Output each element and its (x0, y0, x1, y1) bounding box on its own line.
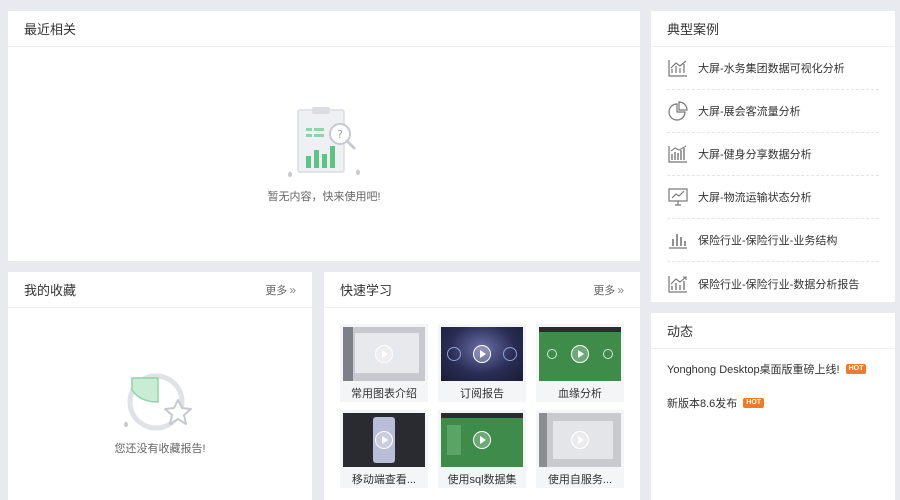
video-label: 移动端查看... (351, 474, 417, 486)
recent-empty-text: 暂无内容，快来使用吧! (267, 191, 381, 203)
cases-title: 典型案例 (667, 22, 720, 37)
recent-header: 最近相关 (8, 11, 640, 47)
case-item[interactable]: 大屏-物流运输状态分析 (667, 176, 879, 219)
case-label: 保险行业-保险行业-数据分析报告 (698, 278, 860, 291)
favorites-header: 我的收藏 更多 » (8, 272, 312, 308)
news-title: 动态 (667, 324, 694, 339)
line-trend-icon (668, 60, 687, 77)
news-label: 新版本8.6发布 (667, 398, 738, 410)
play-icon (375, 345, 393, 363)
play-icon (473, 345, 491, 363)
favorites-more-link[interactable]: 更多 » (265, 282, 296, 298)
news-item[interactable]: Yonghong Desktop桌面版重磅上线! HOT (667, 361, 879, 377)
video-grid: 常用图表介绍 订阅报告 血缘分析 移动端查看... 使用sql数据集 使用自服务… (340, 324, 624, 488)
favorites-empty-state: 您还没有收藏报告! (8, 368, 312, 456)
bar-chart-icon (669, 234, 687, 249)
play-icon (571, 431, 589, 449)
monitor-chart-icon (668, 188, 688, 206)
news-item[interactable]: 新版本8.6发布 HOT (667, 395, 879, 411)
video-thumbnail (539, 327, 621, 381)
video-card[interactable]: 使用sql数据集 (438, 410, 526, 488)
video-thumbnail (343, 413, 425, 467)
quick-learning-panel: 快速学习 更多 » 常用图表介绍 订阅报告 血缘分析 移动端查看... 使用sq… (324, 272, 640, 500)
case-label: 保险行业-保险行业-业务结构 (698, 235, 838, 247)
video-card[interactable]: 订阅报告 (438, 324, 526, 402)
case-item[interactable]: 保险行业-保险行业-业务结构 (667, 219, 879, 262)
empty-clipboard-icon: ? (288, 107, 360, 177)
hot-badge: HOT (845, 364, 867, 374)
video-card[interactable]: 血缘分析 (536, 324, 624, 402)
video-label: 订阅报告 (460, 388, 504, 400)
video-thumbnail (343, 327, 425, 381)
case-item[interactable]: 保险行业-保险行业-数据分析报告 (667, 262, 879, 305)
case-list: 大屏-水务集团数据可视化分析 大屏-展会客流量分析 大屏-健身分享数据分析 大屏… (651, 47, 895, 305)
double-chevron-right-icon: » (617, 282, 624, 297)
video-label: 血缘分析 (558, 388, 602, 400)
pie-chart-icon (668, 101, 688, 121)
video-card[interactable]: 使用自服务... (536, 410, 624, 488)
favorites-empty-text: 您还没有收藏报告! (114, 443, 206, 455)
video-label: 使用自服务... (547, 474, 613, 486)
video-thumbnail (539, 413, 621, 467)
double-chevron-right-icon: » (289, 282, 296, 297)
favorites-panel: 我的收藏 更多 » 您还没有收藏报告! (8, 272, 312, 500)
recent-title: 最近相关 (24, 22, 77, 37)
svg-text:?: ? (337, 128, 343, 141)
video-thumbnail (441, 413, 523, 467)
quick-title: 快速学习 (340, 283, 393, 298)
recent-panel: 最近相关 ? 暂无内容，快来使用吧! (8, 11, 640, 261)
video-label: 常用图表介绍 (351, 388, 417, 400)
play-icon (375, 431, 393, 449)
video-card[interactable]: 移动端查看... (340, 410, 428, 488)
play-icon (473, 431, 491, 449)
bar-trend-icon (668, 275, 687, 293)
favorites-title: 我的收藏 (24, 283, 77, 298)
news-header: 动态 (651, 313, 895, 349)
quick-more-label: 更多 (593, 284, 616, 297)
favorites-more-label: 更多 (265, 284, 288, 297)
case-item[interactable]: 大屏-水务集团数据可视化分析 (667, 47, 879, 90)
video-card[interactable]: 常用图表介绍 (340, 324, 428, 402)
case-label: 大屏-展会客流量分析 (698, 106, 801, 118)
case-item[interactable]: 大屏-展会客流量分析 (667, 90, 879, 133)
case-label: 大屏-水务集团数据可视化分析 (698, 63, 845, 75)
news-list: Yonghong Desktop桌面版重磅上线! HOT 新版本8.6发布 HO… (651, 349, 895, 411)
play-icon (571, 345, 589, 363)
quick-header: 快速学习 更多 » (324, 272, 640, 308)
video-thumbnail (441, 327, 523, 381)
typical-cases-panel: 典型案例 大屏-水务集团数据可视化分析 大屏-展会客流量分析 大屏-健身分享数据… (651, 11, 895, 302)
video-label: 使用sql数据集 (447, 474, 517, 486)
bar-trend-icon (668, 145, 687, 163)
news-label: Yonghong Desktop桌面版重磅上线! (667, 364, 840, 376)
quick-more-link[interactable]: 更多 » (593, 282, 624, 298)
empty-favorite-icon (124, 373, 192, 431)
case-item[interactable]: 大屏-健身分享数据分析 (667, 133, 879, 176)
news-panel: 动态 Yonghong Desktop桌面版重磅上线! HOT 新版本8.6发布… (651, 313, 895, 500)
case-label: 大屏-物流运输状态分析 (698, 192, 812, 204)
hot-badge: HOT (743, 398, 765, 408)
case-label: 大屏-健身分享数据分析 (698, 149, 812, 161)
cases-header: 典型案例 (651, 11, 895, 47)
recent-empty-state: ? 暂无内容，快来使用吧! (8, 106, 640, 204)
